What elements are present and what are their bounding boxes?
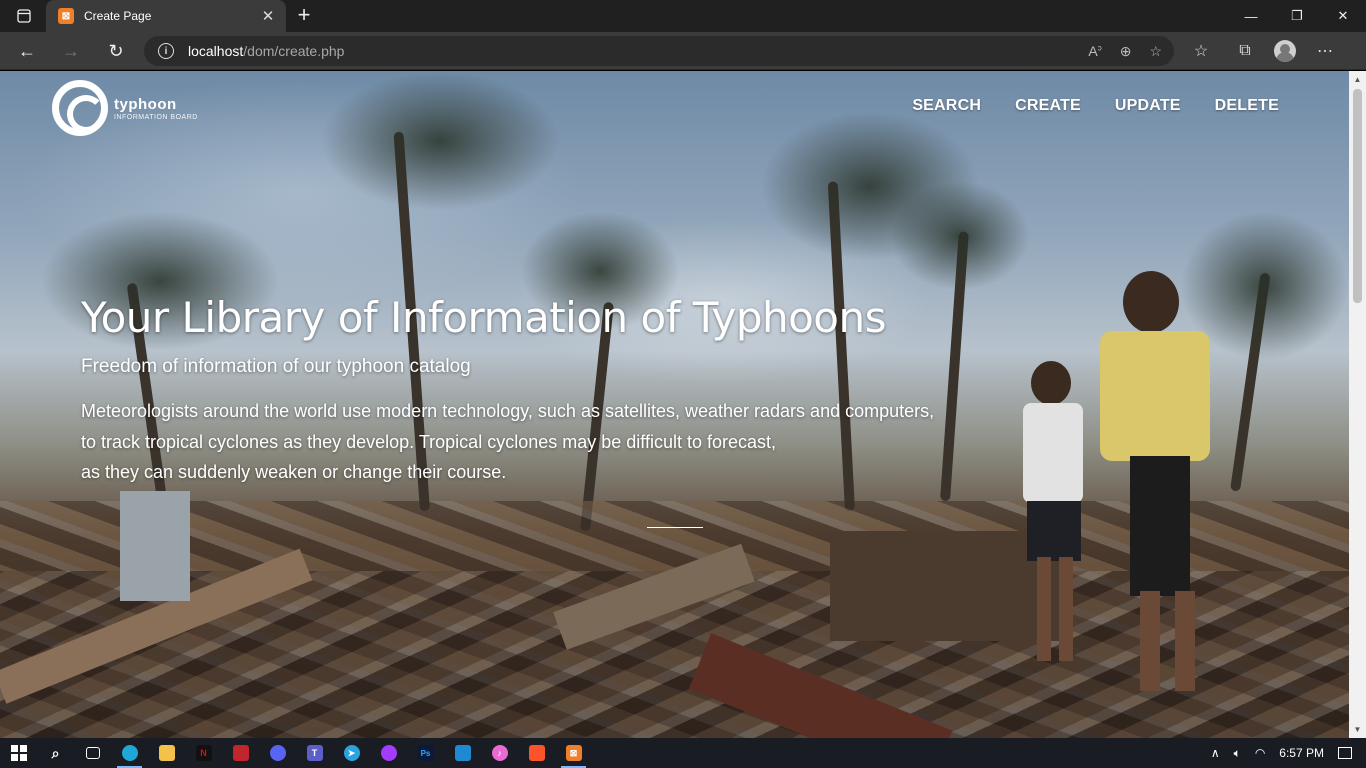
address-bar-row: ← → ↻ i localhost/dom/create.php Aↄ ⊕ ☆ … (0, 32, 1366, 70)
logo-text: typhoon INFORMATION BOARD (114, 96, 198, 121)
tab-title: Create Page (84, 9, 152, 23)
xampp-icon[interactable]: ⊠ (555, 738, 592, 768)
tab-close-icon[interactable]: ✕ (260, 7, 276, 25)
photoshop-icon[interactable]: Ps (407, 738, 444, 768)
discord-icon[interactable] (259, 738, 296, 768)
hero-description-line: to track tropical cyclones as they devel… (81, 431, 776, 452)
itunes-icon[interactable]: ♪ (481, 738, 518, 768)
system-tray: ∧ 🔈︎ ◠ 6:57 PM (1211, 738, 1366, 768)
volume-icon[interactable]: 🔈︎ (1234, 746, 1241, 761)
tab-actions-icon[interactable] (8, 0, 40, 32)
browser-tab-active[interactable]: ⊠ Create Page ✕ (46, 0, 286, 32)
back-button[interactable]: ← (12, 36, 42, 66)
url-path: /dom/create.php (243, 43, 345, 59)
hero-title: Your Library of Information of Typhoons (81, 293, 887, 342)
nav-delete-link[interactable]: DELETE (1215, 97, 1279, 115)
clock[interactable]: 6:57 PM (1279, 746, 1324, 760)
scrollbar-thumb[interactable] (1353, 89, 1362, 303)
windows-taskbar: ⌕ N T ➤ Ps ♪ ⊠ ∧ 🔈︎ ◠ 6:57 PM (0, 738, 1366, 768)
url-field[interactable]: i localhost/dom/create.php Aↄ ⊕ ☆ (144, 36, 1174, 66)
zoom-icon[interactable]: ⊕ (1120, 43, 1132, 60)
netflix-icon[interactable]: N (185, 738, 222, 768)
nav-create-link[interactable]: CREATE (1015, 97, 1081, 115)
more-menu-icon[interactable]: ⋯ (1310, 36, 1340, 66)
restore-button[interactable]: ❐ (1274, 0, 1320, 32)
minimize-button[interactable]: — (1228, 0, 1274, 32)
url-host: localhost (188, 43, 244, 59)
hero-section: Your Library of Information of Typhoons … (81, 293, 1001, 488)
refresh-button[interactable]: ↻ (101, 36, 131, 66)
file-explorer-icon[interactable] (148, 738, 185, 768)
logo-name: typhoon (114, 95, 177, 113)
hero-tagline: Freedom of information of our typhoon ca… (81, 356, 471, 377)
browser-toolbar: ☆ ⧉ ⋯ (1186, 36, 1340, 66)
page-scrollbar[interactable]: ▲ ▼ (1349, 71, 1366, 738)
teams-icon[interactable]: T (296, 738, 333, 768)
collections-icon[interactable]: ⧉ (1230, 36, 1260, 66)
url-text: localhost/dom/create.php (188, 43, 344, 59)
close-window-button[interactable]: ✕ (1320, 0, 1366, 32)
hero-divider (647, 527, 703, 528)
page-viewport: typhoon INFORMATION BOARD SEARCH CREATE … (0, 71, 1349, 738)
task-view-icon[interactable] (74, 738, 111, 768)
browser-tab-bar: ⊠ Create Page ✕ + — ❐ ✕ (0, 0, 1366, 32)
telegram-icon[interactable]: ➤ (333, 738, 370, 768)
brave-icon[interactable] (518, 738, 555, 768)
hero-description-line: Meteorologists around the world use mode… (81, 401, 935, 421)
main-nav: SEARCH CREATE UPDATE DELETE (912, 97, 1279, 115)
xampp-favicon-icon: ⊠ (58, 8, 74, 24)
add-favorite-icon[interactable]: ☆ (1149, 43, 1162, 60)
read-aloud-icon[interactable]: Aↄ (1088, 43, 1101, 59)
nav-update-link[interactable]: UPDATE (1115, 97, 1181, 115)
tray-chevron-icon[interactable]: ∧ (1211, 746, 1220, 760)
hero-description: Meteorologists around the world use mode… (81, 396, 1001, 488)
vscode-icon[interactable] (444, 738, 481, 768)
scroll-down-arrow-icon[interactable]: ▼ (1349, 721, 1366, 738)
messenger-icon[interactable] (370, 738, 407, 768)
favorites-icon[interactable]: ☆ (1186, 36, 1216, 66)
url-actions: Aↄ ⊕ ☆ (1088, 36, 1162, 66)
windows-start-icon[interactable] (0, 738, 37, 768)
hero-description-line: as they can suddenly weaken or change th… (81, 462, 507, 482)
site-info-icon[interactable]: i (158, 43, 174, 59)
wifi-icon[interactable]: ◠ (1255, 746, 1265, 760)
edge-icon[interactable] (111, 738, 148, 768)
notifications-icon[interactable] (1338, 747, 1352, 759)
logo-subtitle: INFORMATION BOARD (114, 113, 198, 121)
profile-avatar[interactable] (1274, 40, 1296, 62)
window-controls: — ❐ ✕ (1228, 0, 1366, 32)
red-app-icon[interactable] (222, 738, 259, 768)
typhoon-logo-icon (52, 80, 108, 136)
new-tab-button[interactable]: + (292, 4, 316, 28)
nav-search-link[interactable]: SEARCH (912, 97, 981, 115)
search-icon[interactable]: ⌕ (37, 738, 74, 768)
site-logo[interactable]: typhoon INFORMATION BOARD (52, 80, 198, 136)
forward-button[interactable]: → (56, 36, 86, 66)
scroll-up-arrow-icon[interactable]: ▲ (1349, 71, 1366, 88)
